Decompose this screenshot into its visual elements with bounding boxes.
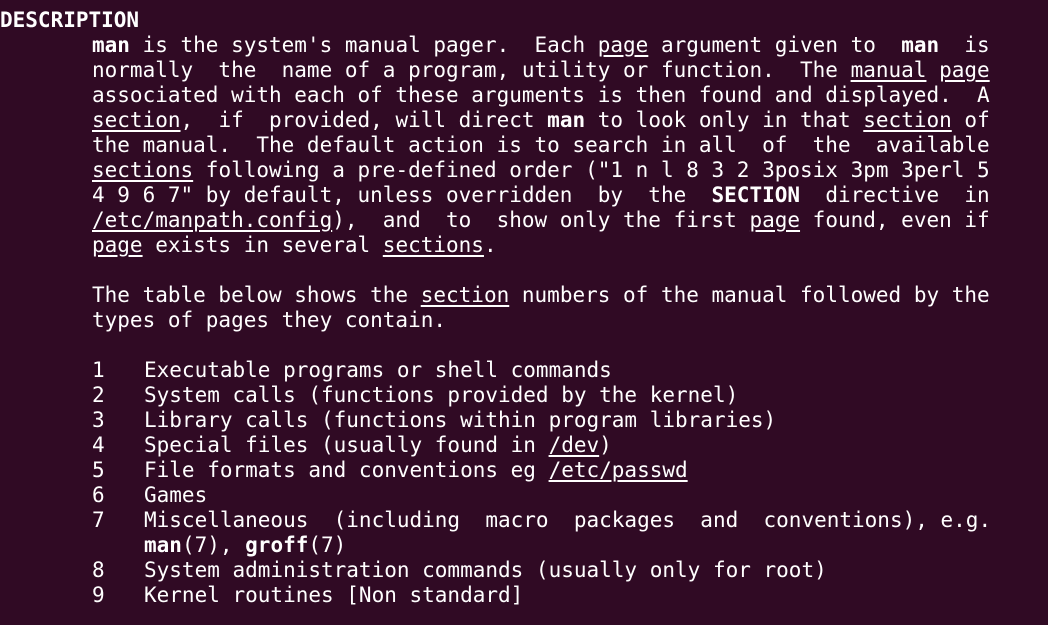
list-item: 3 Library calls (functions within program… — [92, 408, 776, 433]
list-item: 4 Special files (usually found in /dev) — [92, 433, 612, 457]
page-term: page — [939, 58, 990, 82]
sections-term: sections — [92, 158, 194, 182]
table-intro-line-2: types of pages they contain. — [92, 308, 447, 332]
section-number: 8 — [92, 558, 105, 582]
man-command: man — [547, 108, 586, 132]
description-line-3: associated with each of these arguments … — [92, 83, 990, 107]
man-reference: man — [144, 533, 182, 557]
description-line-8: /etc/manpath.config), and to show only t… — [92, 208, 990, 232]
terminal-window[interactable]: DESCRIPTION man is the system's manual p… — [0, 0, 1048, 625]
section-number: 7 — [92, 508, 105, 532]
page-term: page — [597, 33, 649, 57]
description-line-2: normally the name of a program, utility … — [92, 58, 990, 82]
list-item: 6 Games — [92, 483, 207, 508]
section-number: 1 — [92, 358, 105, 382]
list-item: 2 System calls (functions provided by the… — [92, 383, 738, 408]
section-term: section — [863, 108, 952, 132]
table-intro-line-1: The table below shows the section number… — [92, 283, 990, 307]
manual-term: manual — [850, 58, 927, 82]
section-term: section — [420, 283, 510, 307]
section-number: 6 — [92, 483, 105, 507]
section-description: System calls (functions provided by the … — [144, 383, 739, 407]
section-header-description: DESCRIPTION — [0, 8, 140, 32]
list-item: 7 Miscellaneous (including macro packages… — [92, 508, 991, 533]
groff-reference: groff — [245, 533, 309, 557]
list-item: 1 Executable programs or shell commands — [92, 358, 612, 383]
sections-term: sections — [382, 233, 484, 257]
section-number: 4 — [92, 433, 105, 457]
man-command: man — [901, 33, 940, 57]
section-directive: SECTION — [711, 183, 801, 207]
list-item-continuation: man(7), groff(7) — [144, 533, 347, 557]
section-number: 2 — [92, 383, 105, 407]
section-term: section — [92, 108, 181, 132]
man-command: man — [92, 33, 130, 57]
list-item: 9 Kernel routines [Non standard] — [92, 583, 523, 608]
dev-path: /dev — [548, 433, 600, 457]
description-line-1: man is the system's manual pager. Each p… — [92, 33, 990, 57]
section-description: Kernel routines [Non standard] — [144, 583, 524, 607]
description-line-9: page exists in several sections. — [92, 233, 497, 257]
description-line-6: sections following a pre-defined order (… — [92, 158, 990, 182]
page-term: page — [749, 208, 801, 232]
manpath-config-path: /etc/manpath.config — [92, 208, 333, 232]
section-description: System administration commands (usually … — [144, 558, 827, 582]
passwd-path: /etc/passwd — [548, 458, 688, 482]
section-number: 9 — [92, 583, 105, 607]
section-description: Games — [144, 483, 208, 507]
section-description: Miscellaneous (including macro packages … — [144, 508, 992, 532]
page-term: page — [92, 233, 143, 257]
description-line-5: the manual. The default action is to sea… — [92, 133, 990, 157]
section-number: 5 — [92, 458, 105, 482]
section-description: Library calls (functions within program … — [144, 408, 777, 432]
list-item: 8 System administration commands (usually… — [92, 558, 827, 583]
description-line-4: section, if provided, will direct man to… — [92, 108, 990, 132]
section-number: 3 — [92, 408, 105, 432]
section-description: Executable programs or shell commands — [144, 358, 612, 382]
list-item: 5 File formats and conventions eg /etc/pa… — [92, 458, 688, 482]
description-line-7: 4 9 6 7" by default, unless overridden b… — [92, 183, 990, 207]
